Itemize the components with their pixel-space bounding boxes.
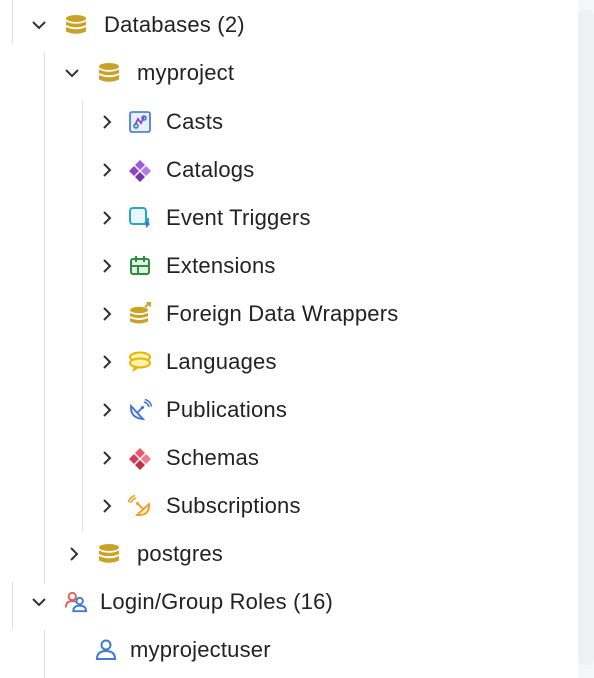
catalogs-icon [128,158,152,182]
tree-node-label: Databases (2) [104,12,245,37]
tree-node-label: Login/Group Roles (16) [100,589,334,614]
chevron-down-icon[interactable] [29,592,49,612]
database-icon [97,61,121,85]
tree-node-label: Event Triggers [166,205,311,230]
chevron-right-icon[interactable] [97,208,117,228]
tree-node-label: myproject [137,60,235,85]
chevron-down-icon[interactable] [29,15,49,35]
chevron-right-icon[interactable] [97,496,117,516]
chevron-right-icon[interactable] [97,448,117,468]
chevron-right-icon[interactable] [64,544,84,564]
tree-node-subscriptions[interactable]: Subscriptions [0,484,301,528]
tree-node-myprojectuser[interactable]: myprojectuser [0,628,271,672]
extensions-icon [128,254,152,278]
foreign-data-wrappers-icon [128,302,152,326]
casts-icon [128,110,152,134]
tree-node-extensions[interactable]: Extensions [0,244,276,288]
vertical-scrollbar[interactable] [578,0,594,678]
scrollbar-thumb[interactable] [578,10,594,665]
tree-node-label: Subscriptions [166,493,301,518]
publications-icon [128,398,152,422]
tree-node-label: postgres [137,541,223,566]
tree-node-login-group-roles[interactable]: Login/Group Roles (16) [0,580,333,624]
chevron-right-icon[interactable] [97,160,117,180]
tree-node-casts[interactable]: Casts [0,100,223,144]
tree-node-label: Publications [166,397,288,422]
chevron-right-icon[interactable] [97,304,117,324]
subscriptions-icon [128,494,152,518]
tree-node-label: Extensions [166,253,276,278]
tree-node-label: Foreign Data Wrappers [166,301,399,326]
tree-node-label: Catalogs [166,157,255,182]
tree-node-event-triggers[interactable]: Event Triggers [0,196,311,240]
schemas-icon [128,446,152,470]
database-icon [97,542,121,566]
tree-node-label: Casts [166,109,224,134]
chevron-down-icon[interactable] [62,63,82,83]
tree-node-publications[interactable]: Publications [0,388,287,432]
tree-node-databases[interactable]: Databases (2) [0,3,245,47]
chevron-right-icon[interactable] [97,400,117,420]
chevron-right-icon[interactable] [97,112,117,132]
tree-node-schemas[interactable]: Schemas [0,436,259,480]
group-roles-icon [64,590,88,614]
event-triggers-icon [128,206,152,230]
database-icon [64,13,88,37]
tree-node-languages[interactable]: Languages [0,340,277,384]
tree-node-foreign-data-wrappers[interactable]: Foreign Data Wrappers [0,292,398,336]
tree-node-label: Languages [166,349,277,374]
tree-node-myproject[interactable]: myproject [0,51,234,95]
languages-icon [128,350,152,374]
chevron-right-icon[interactable] [97,256,117,276]
tree-node-postgres[interactable]: postgres [0,532,223,576]
tree-node-label: myprojectuser [130,637,271,662]
user-icon [94,638,118,662]
tree-node-catalogs[interactable]: Catalogs [0,148,254,192]
chevron-right-icon[interactable] [97,352,117,372]
tree-node-label: Schemas [166,445,260,470]
